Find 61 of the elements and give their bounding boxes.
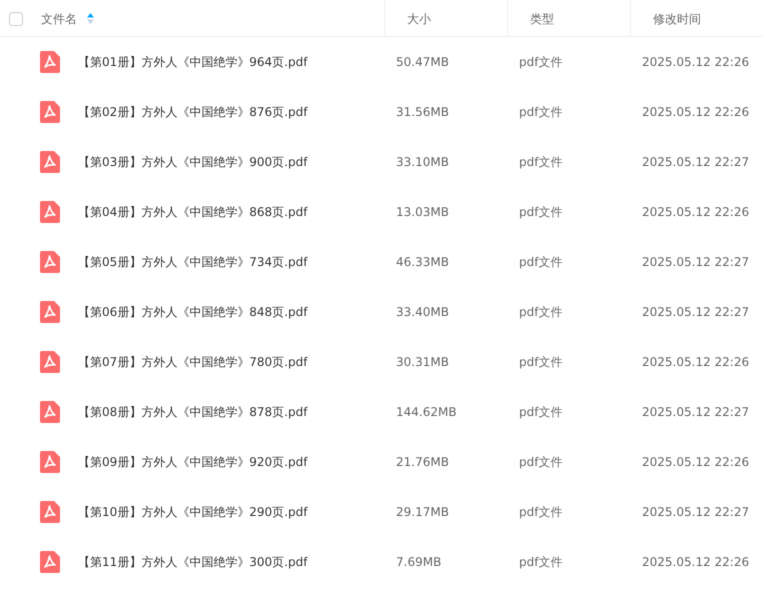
modified-time: 2025.05.12 22:27 [642, 304, 750, 321]
column-header[interactable]: 文件名 [41, 10, 77, 28]
pdf-file-icon [40, 201, 60, 223]
modified-time: 2025.05.12 22:26 [642, 354, 750, 371]
file-type: pdf文件 [519, 254, 562, 271]
file-type: pdf文件 [519, 504, 562, 521]
column-header[interactable]: 类型 [519, 10, 554, 28]
file-size: 46.33MB [396, 254, 449, 271]
file-type: pdf文件 [519, 354, 562, 371]
file-size: 144.62MB [396, 404, 457, 421]
pdf-file-icon [40, 351, 60, 373]
modified-time: 2025.05.12 22:27 [642, 254, 750, 271]
file-name[interactable]: 【第09册】方外人《中国绝学》920页.pdf [78, 453, 308, 471]
file-name[interactable]: 【第06册】方外人《中国绝学》848页.pdf [78, 303, 308, 321]
pdf-file-icon [40, 501, 60, 523]
file-type: pdf文件 [519, 154, 562, 171]
file-type: pdf文件 [519, 54, 562, 71]
file-name[interactable]: 【第03册】方外人《中国绝学》900页.pdf [78, 153, 308, 171]
modified-time: 2025.05.12 22:26 [642, 454, 750, 471]
pdf-file-icon [40, 301, 60, 323]
file-size: 33.10MB [396, 154, 449, 171]
pdf-file-icon [40, 451, 60, 473]
pdf-file-icon [40, 151, 60, 173]
modified-time: 2025.05.12 22:26 [642, 54, 750, 71]
modified-time: 2025.05.12 22:27 [642, 404, 750, 421]
file-name[interactable]: 【第08册】方外人《中国绝学》878页.pdf [78, 403, 308, 421]
pdf-file-icon [40, 551, 60, 573]
file-size: 7.69MB [396, 554, 442, 571]
column-header[interactable]: 修改时间 [642, 10, 701, 28]
file-size: 29.17MB [396, 504, 449, 521]
modified-time: 2025.05.12 22:27 [642, 154, 750, 171]
file-type: pdf文件 [519, 104, 562, 121]
file-type: pdf文件 [519, 404, 562, 421]
column-header[interactable]: 大小 [396, 10, 431, 28]
pdf-file-icon [40, 51, 60, 73]
pdf-file-icon [40, 251, 60, 273]
file-size: 21.76MB [396, 454, 449, 471]
file-size: 13.03MB [396, 204, 449, 221]
modified-time: 2025.05.12 22:26 [642, 204, 750, 221]
file-size: 50.47MB [396, 54, 449, 71]
file-name[interactable]: 【第07册】方外人《中国绝学》780页.pdf [78, 353, 308, 371]
file-name[interactable]: 【第04册】方外人《中国绝学》868页.pdf [78, 203, 308, 221]
file-size: 30.31MB [396, 354, 449, 371]
modified-time: 2025.05.12 22:27 [642, 504, 750, 521]
file-name[interactable]: 【第05册】方外人《中国绝学》734页.pdf [78, 253, 308, 271]
select-all-checkbox[interactable] [9, 12, 23, 26]
file-name[interactable]: 【第01册】方外人《中国绝学》964页.pdf [78, 53, 308, 71]
file-size: 33.40MB [396, 304, 449, 321]
modified-time: 2025.05.12 22:26 [642, 104, 750, 121]
modified-time: 2025.05.12 22:26 [642, 554, 750, 571]
sort-icon[interactable] [87, 13, 94, 24]
pdf-file-icon [40, 101, 60, 123]
pdf-file-icon [40, 401, 60, 423]
file-name[interactable]: 【第02册】方外人《中国绝学》876页.pdf [78, 103, 308, 121]
file-type: pdf文件 [519, 454, 562, 471]
file-type: pdf文件 [519, 204, 562, 221]
file-type: pdf文件 [519, 554, 562, 571]
file-name[interactable]: 【第10册】方外人《中国绝学》290页.pdf [78, 503, 308, 521]
file-size: 31.56MB [396, 104, 449, 121]
file-type: pdf文件 [519, 304, 562, 321]
file-name[interactable]: 【第11册】方外人《中国绝学》300页.pdf [78, 553, 308, 571]
